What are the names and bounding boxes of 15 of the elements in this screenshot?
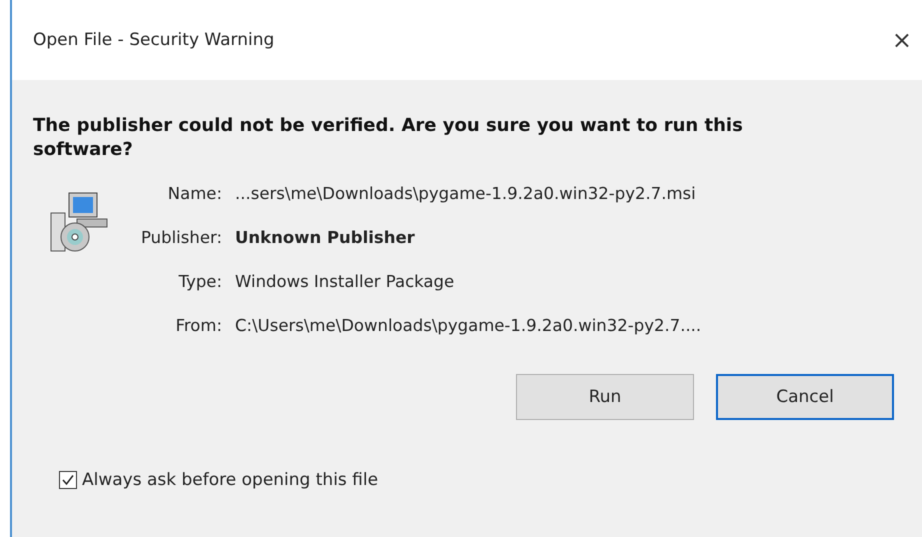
checkbox[interactable]	[59, 471, 77, 489]
field-label: Publisher:	[141, 227, 222, 249]
field-value: C:\Users\me\Downloads\pygame-1.9.2a0.win32-py2.7....	[235, 315, 702, 337]
field-value: ...sers\me\Downloads\pygame-1.9.2a0.win32-py2.7.msi	[235, 183, 697, 205]
dialog-button[interactable]: Run	[516, 374, 694, 420]
field-label: Type:	[178, 271, 222, 293]
field-value: Windows Installer Package	[235, 271, 456, 293]
field-label: From:	[174, 315, 222, 337]
dialog-button[interactable]: Cancel	[716, 374, 894, 420]
field-value: Unknown Publisher	[235, 227, 416, 249]
field-label: Name:	[166, 183, 222, 205]
window-title: Open File - Security Warning	[33, 30, 274, 50]
close-button[interactable]: ×	[886, 26, 918, 54]
warning-heading: The publisher could not be verified. Are you sure you want to run this software?	[33, 114, 744, 162]
checkbox-label[interactable]: Always ask before opening this file	[82, 470, 378, 490]
